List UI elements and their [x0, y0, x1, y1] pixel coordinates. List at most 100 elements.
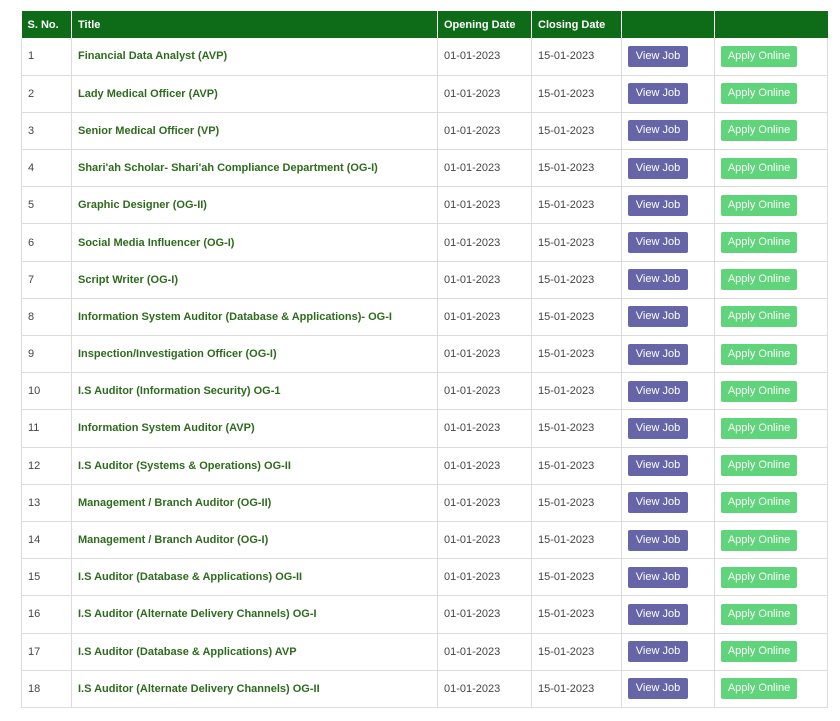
- table-row: 17 I.S Auditor (Database & Applications) …: [21, 633, 828, 671]
- table-row: 16 I.S Auditor (Alternate Delivery Channe…: [21, 595, 828, 634]
- apply-online-cell: Apply Online: [714, 484, 828, 522]
- table-row: 12 I.S Auditor (Systems & Operations) OG-…: [21, 447, 828, 485]
- opening-date-cell: 01-01-2023: [437, 409, 532, 448]
- apply-online-cell: Apply Online: [714, 447, 828, 485]
- table-row: 7 Script Writer (OG-I) 01-01-2023 15-01-202…: [21, 261, 828, 299]
- view-job-button[interactable]: View Job: [628, 641, 688, 663]
- serial-no-cell: 3: [21, 112, 72, 151]
- view-job-button[interactable]: View Job: [628, 678, 688, 700]
- job-title-cell: Management / Branch Auditor (OG-I): [71, 521, 438, 560]
- table-row: 14 Management / Branch Auditor (OG-I) 01-0…: [21, 521, 828, 560]
- apply-online-button[interactable]: Apply Online: [721, 380, 797, 402]
- view-job-button[interactable]: View Job: [628, 343, 688, 365]
- serial-no-cell: 18: [21, 670, 72, 708]
- apply-online-cell: Apply Online: [714, 372, 828, 411]
- table-row: 10 I.S Auditor (Information Security) OG-…: [21, 372, 828, 411]
- opening-date-cell: 01-01-2023: [437, 38, 532, 76]
- job-title-cell: I.S Auditor (Database & Applications) OG…: [71, 558, 438, 597]
- serial-no-cell: 13: [21, 484, 72, 522]
- job-title-cell: I.S Auditor (Database & Applications) AV…: [71, 633, 438, 671]
- apply-online-button[interactable]: Apply Online: [721, 641, 797, 663]
- job-title-cell: Information System Auditor (Database & A…: [71, 298, 438, 337]
- table-row: 8 Information System Auditor (Database & …: [21, 298, 828, 337]
- closing-date-cell: 15-01-2023: [531, 335, 622, 374]
- opening-date-cell: 01-01-2023: [437, 595, 532, 634]
- apply-online-cell: Apply Online: [714, 595, 828, 634]
- job-title-cell: Script Writer (OG-I): [71, 261, 438, 299]
- opening-date-cell: 01-01-2023: [437, 372, 532, 411]
- view-job-cell: View Job: [621, 112, 715, 151]
- jobs-table-container: S. No. Title Opening Date Closing Date 1…: [21, 11, 828, 708]
- view-job-button[interactable]: View Job: [628, 232, 688, 254]
- view-job-button[interactable]: View Job: [628, 603, 688, 625]
- serial-no-cell: 17: [21, 633, 72, 671]
- view-job-button[interactable]: View Job: [628, 380, 688, 402]
- apply-online-cell: Apply Online: [714, 409, 828, 448]
- opening-date-cell: 01-01-2023: [437, 261, 532, 299]
- apply-online-cell: Apply Online: [714, 521, 828, 560]
- header-view: [621, 11, 715, 38]
- apply-online-button[interactable]: Apply Online: [721, 455, 797, 477]
- apply-online-button[interactable]: Apply Online: [721, 529, 797, 551]
- apply-online-button[interactable]: Apply Online: [721, 306, 797, 328]
- table-row: 5 Graphic Designer (OG-II) 01-01-2023 15-01…: [21, 186, 828, 225]
- apply-online-button[interactable]: Apply Online: [721, 678, 797, 700]
- header-closing-date: Closing Date: [531, 11, 622, 38]
- closing-date-cell: 15-01-2023: [531, 38, 622, 76]
- serial-no-cell: 8: [21, 298, 72, 337]
- header-opening-date: Opening Date: [437, 11, 532, 38]
- apply-online-cell: Apply Online: [714, 186, 828, 225]
- job-title-cell: I.S Auditor (Alternate Delivery Channels…: [71, 595, 438, 634]
- table-row: 15 I.S Auditor (Database & Applications) …: [21, 558, 828, 597]
- job-title-cell: I.S Auditor (Systems & Operations) OG-II: [71, 447, 438, 485]
- apply-online-cell: Apply Online: [714, 298, 828, 337]
- apply-online-button[interactable]: Apply Online: [721, 603, 797, 625]
- table-row: 3 Senior Medical Officer (VP) 01-01-2023 15…: [21, 112, 828, 151]
- apply-online-button[interactable]: Apply Online: [721, 120, 797, 142]
- apply-online-cell: Apply Online: [714, 112, 828, 151]
- view-job-button[interactable]: View Job: [628, 45, 688, 67]
- view-job-button[interactable]: View Job: [628, 120, 688, 142]
- job-title-cell: Financial Data Analyst (AVP): [71, 38, 438, 76]
- serial-no-cell: 2: [21, 75, 72, 113]
- table-row: 4 Shari'ah Scholar- Shari'ah Compliance D…: [21, 149, 828, 188]
- serial-no-cell: 5: [21, 186, 72, 225]
- view-job-button[interactable]: View Job: [628, 566, 688, 588]
- view-job-cell: View Job: [621, 595, 715, 634]
- view-job-button[interactable]: View Job: [628, 157, 688, 179]
- apply-online-button[interactable]: Apply Online: [721, 343, 797, 365]
- apply-online-cell: Apply Online: [714, 261, 828, 299]
- serial-no-cell: 7: [21, 261, 72, 299]
- opening-date-cell: 01-01-2023: [437, 335, 532, 374]
- apply-online-button[interactable]: Apply Online: [721, 232, 797, 254]
- apply-online-button[interactable]: Apply Online: [721, 417, 797, 439]
- apply-online-button[interactable]: Apply Online: [721, 83, 797, 105]
- opening-date-cell: 01-01-2023: [437, 223, 532, 262]
- view-job-button[interactable]: View Job: [628, 529, 688, 551]
- apply-online-button[interactable]: Apply Online: [721, 269, 797, 291]
- apply-online-button[interactable]: Apply Online: [721, 157, 797, 179]
- opening-date-cell: 01-01-2023: [437, 298, 532, 337]
- opening-date-cell: 01-01-2023: [437, 633, 532, 671]
- view-job-button[interactable]: View Job: [628, 492, 688, 514]
- opening-date-cell: 01-01-2023: [437, 447, 532, 485]
- opening-date-cell: 01-01-2023: [437, 484, 532, 522]
- view-job-button[interactable]: View Job: [628, 269, 688, 291]
- closing-date-cell: 15-01-2023: [531, 633, 622, 671]
- serial-no-cell: 6: [21, 223, 72, 262]
- apply-online-cell: Apply Online: [714, 633, 828, 671]
- apply-online-button[interactable]: Apply Online: [721, 566, 797, 588]
- apply-online-button[interactable]: Apply Online: [721, 194, 797, 216]
- job-title-cell: Shari'ah Scholar- Shari'ah Compliance De…: [71, 149, 438, 188]
- apply-online-button[interactable]: Apply Online: [721, 45, 797, 67]
- closing-date-cell: 15-01-2023: [531, 298, 622, 337]
- view-job-cell: View Job: [621, 409, 715, 448]
- view-job-button[interactable]: View Job: [628, 455, 688, 477]
- apply-online-button[interactable]: Apply Online: [721, 492, 797, 514]
- table-row: 9 Inspection/Investigation Officer (OG-I)…: [21, 335, 828, 374]
- view-job-button[interactable]: View Job: [628, 306, 688, 328]
- view-job-button[interactable]: View Job: [628, 83, 688, 105]
- view-job-button[interactable]: View Job: [628, 194, 688, 216]
- view-job-button[interactable]: View Job: [628, 417, 688, 439]
- job-title-cell: Inspection/Investigation Officer (OG-I): [71, 335, 438, 374]
